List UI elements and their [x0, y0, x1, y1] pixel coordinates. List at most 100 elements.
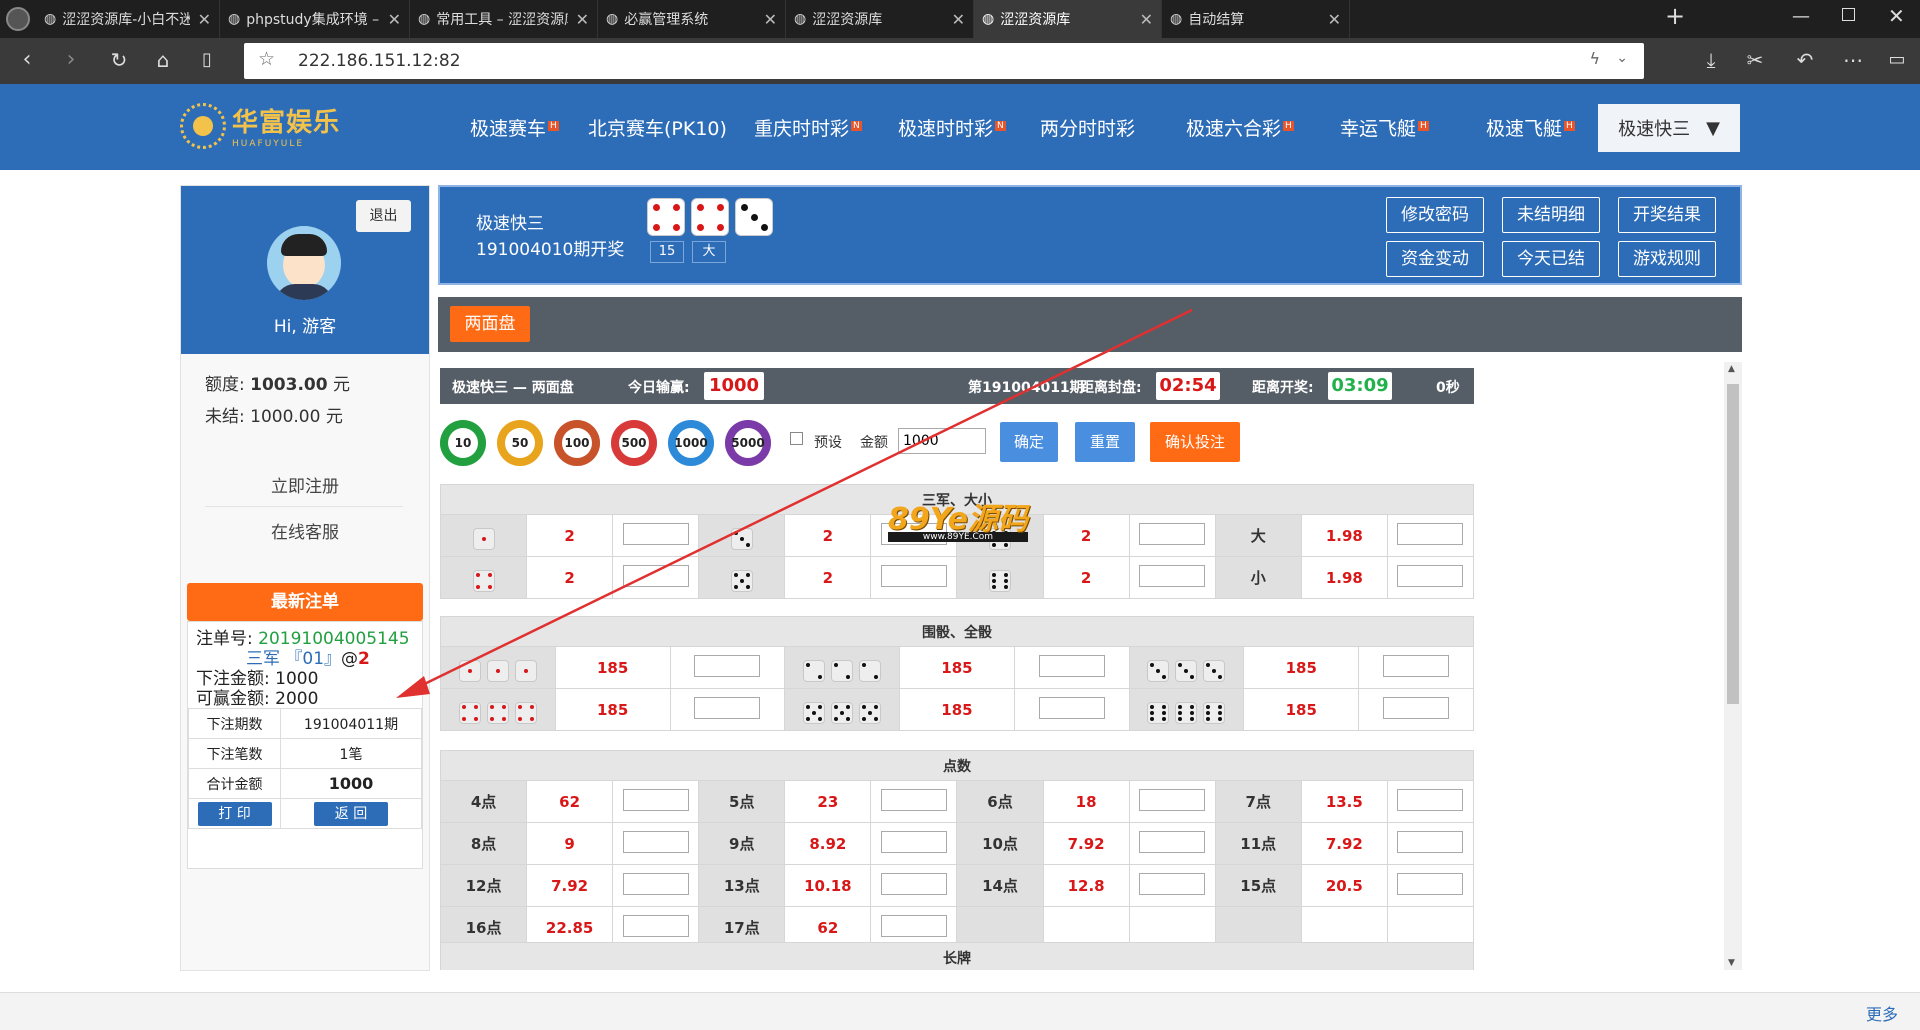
- flash-icon[interactable]: ϟ: [1589, 49, 1600, 68]
- url-bar[interactable]: ☆ 222.186.151.12:82 ϟ ⌄: [244, 43, 1644, 79]
- screenshot-icon[interactable]: ✂: [1740, 46, 1770, 76]
- submit-bet-button[interactable]: 确认投注: [1150, 422, 1240, 462]
- chip-500[interactable]: 500: [611, 420, 657, 466]
- game-button-2[interactable]: 开奖结果: [1618, 197, 1716, 233]
- chip-10[interactable]: 10: [440, 420, 486, 466]
- point-label[interactable]: 14点: [956, 864, 1044, 907]
- bet-amount-input[interactable]: [694, 654, 761, 677]
- bet-amount-input[interactable]: [1139, 872, 1206, 895]
- bet-amount-input[interactable]: [1397, 830, 1464, 853]
- chevron-down-icon[interactable]: ⌄: [1616, 50, 1628, 66]
- reset-button[interactable]: 重置: [1075, 422, 1135, 462]
- point-label[interactable]: 8点: [439, 822, 528, 865]
- bet-amount-input[interactable]: [622, 788, 689, 811]
- bet-amount-input[interactable]: [622, 914, 689, 937]
- bet-item[interactable]: [439, 514, 528, 557]
- point-label[interactable]: 4点: [439, 780, 528, 823]
- nav-item-4[interactable]: 两分时时彩: [1040, 114, 1135, 141]
- nav-item-2[interactable]: 重庆时时彩 N: [754, 114, 862, 141]
- bet-item[interactable]: [698, 556, 786, 599]
- confirm-button[interactable]: 确定: [1000, 422, 1058, 462]
- bet-amount-input[interactable]: [1139, 788, 1206, 811]
- preset-checkbox[interactable]: [790, 432, 803, 445]
- minimize-icon[interactable]: —: [1792, 6, 1810, 27]
- favorite-star-icon[interactable]: ☆: [258, 48, 275, 70]
- bet-item[interactable]: [956, 556, 1044, 599]
- point-label[interactable]: 11点: [1214, 822, 1302, 865]
- browser-app-icon[interactable]: [6, 7, 30, 31]
- forward-icon[interactable]: ›: [56, 46, 86, 76]
- chip-1000[interactable]: 1000: [668, 420, 714, 466]
- site-logo[interactable]: 华富娱乐 HUAFUYULE: [180, 102, 340, 149]
- reload-icon[interactable]: ↻: [104, 46, 134, 76]
- close-tab-icon[interactable]: ✕: [1328, 10, 1341, 29]
- game-button-0[interactable]: 修改密码: [1386, 197, 1484, 233]
- bet-amount-input[interactable]: [1139, 564, 1206, 587]
- bet-amount-input[interactable]: [880, 872, 947, 895]
- bet-amount-input[interactable]: [1397, 872, 1464, 895]
- chip-5000[interactable]: 5000: [725, 420, 771, 466]
- scroll-down-icon[interactable]: ▼: [1728, 958, 1735, 968]
- bet-amount-input[interactable]: [1397, 564, 1464, 587]
- bet-amount-input[interactable]: [694, 696, 761, 719]
- bet-amount-input[interactable]: [1397, 788, 1464, 811]
- sidebar-toggle-icon[interactable]: ▭: [1882, 46, 1912, 76]
- game-button-3[interactable]: 资金变动: [1386, 241, 1484, 277]
- more-link[interactable]: 更多: [1866, 1001, 1898, 1025]
- triple-bet-item[interactable]: [440, 646, 556, 689]
- browser-tab-3[interactable]: ◍ 必赢管理系统 ✕: [598, 0, 786, 38]
- new-tab-icon[interactable]: +: [1665, 2, 1685, 30]
- customer-service-link[interactable]: 在线客服: [181, 518, 429, 543]
- close-window-icon[interactable]: ✕: [1888, 4, 1905, 28]
- amount-input[interactable]: [898, 428, 986, 454]
- bet-item[interactable]: [698, 514, 786, 557]
- nav-item-5[interactable]: 极速六合彩 H: [1186, 114, 1294, 141]
- reading-view-icon[interactable]: ▯: [192, 46, 222, 76]
- point-label[interactable]: 10点: [956, 822, 1044, 865]
- close-tab-icon[interactable]: ✕: [952, 10, 965, 29]
- chip-100[interactable]: 100: [554, 420, 600, 466]
- nav-item-7[interactable]: 极速飞艇 H: [1486, 114, 1575, 141]
- home-icon[interactable]: ⌂: [148, 46, 178, 76]
- scroll-up-icon[interactable]: ▲: [1728, 364, 1735, 374]
- close-tab-icon[interactable]: ✕: [198, 10, 211, 29]
- point-label[interactable]: 6点: [956, 780, 1044, 823]
- game-select-dropdown[interactable]: 极速快三 ▼: [1598, 104, 1740, 152]
- triple-bet-item[interactable]: [1128, 646, 1245, 689]
- bet-amount-input[interactable]: [1397, 522, 1464, 545]
- menu-icon[interactable]: ⋯: [1838, 46, 1868, 76]
- point-label[interactable]: 7点: [1214, 780, 1302, 823]
- game-button-1[interactable]: 未结明细: [1502, 197, 1600, 233]
- bet-amount-input[interactable]: [622, 872, 689, 895]
- browser-tab-4[interactable]: ◍ 涩涩资源库 ✕: [786, 0, 974, 38]
- triple-bet-item[interactable]: [1128, 688, 1245, 731]
- nav-item-6[interactable]: 幸运飞艇 H: [1340, 114, 1429, 141]
- triple-bet-item[interactable]: [440, 688, 556, 731]
- triple-bet-item[interactable]: [784, 688, 901, 731]
- close-tab-icon[interactable]: ✕: [388, 10, 401, 29]
- chip-50[interactable]: 50: [497, 420, 543, 466]
- back-icon[interactable]: ‹: [12, 46, 42, 76]
- bet-amount-input[interactable]: [622, 830, 689, 853]
- bet-amount-input[interactable]: [1139, 830, 1206, 853]
- restore-icon[interactable]: [1842, 8, 1855, 21]
- bet-amount-input[interactable]: [880, 830, 947, 853]
- url-text[interactable]: 222.186.151.12:82: [298, 51, 461, 71]
- bet-item[interactable]: 大: [1214, 514, 1302, 557]
- vertical-scrollbar[interactable]: ▲ ▼: [1724, 362, 1742, 970]
- game-button-5[interactable]: 游戏规则: [1618, 241, 1716, 277]
- bet-item[interactable]: 小: [1214, 556, 1302, 599]
- print-button[interactable]: 打 印: [197, 801, 272, 826]
- bet-amount-input[interactable]: [1383, 696, 1450, 719]
- nav-item-3[interactable]: 极速时时彩 N: [898, 114, 1006, 141]
- browser-tab-6[interactable]: ◍ 自动结算 ✕: [1162, 0, 1350, 38]
- download-icon[interactable]: ⤓: [1696, 46, 1726, 76]
- bet-amount-input[interactable]: [880, 914, 947, 937]
- bet-amount-input[interactable]: [1038, 696, 1105, 719]
- bet-amount-input[interactable]: [622, 522, 689, 545]
- browser-tab-1[interactable]: ◍ phpstudy集成环境 – 涩涩 ✕: [220, 0, 410, 38]
- scrollbar-thumb[interactable]: [1727, 384, 1739, 704]
- point-label[interactable]: 9点: [698, 822, 786, 865]
- bet-amount-input[interactable]: [1383, 654, 1450, 677]
- register-link[interactable]: 立即注册: [181, 472, 429, 497]
